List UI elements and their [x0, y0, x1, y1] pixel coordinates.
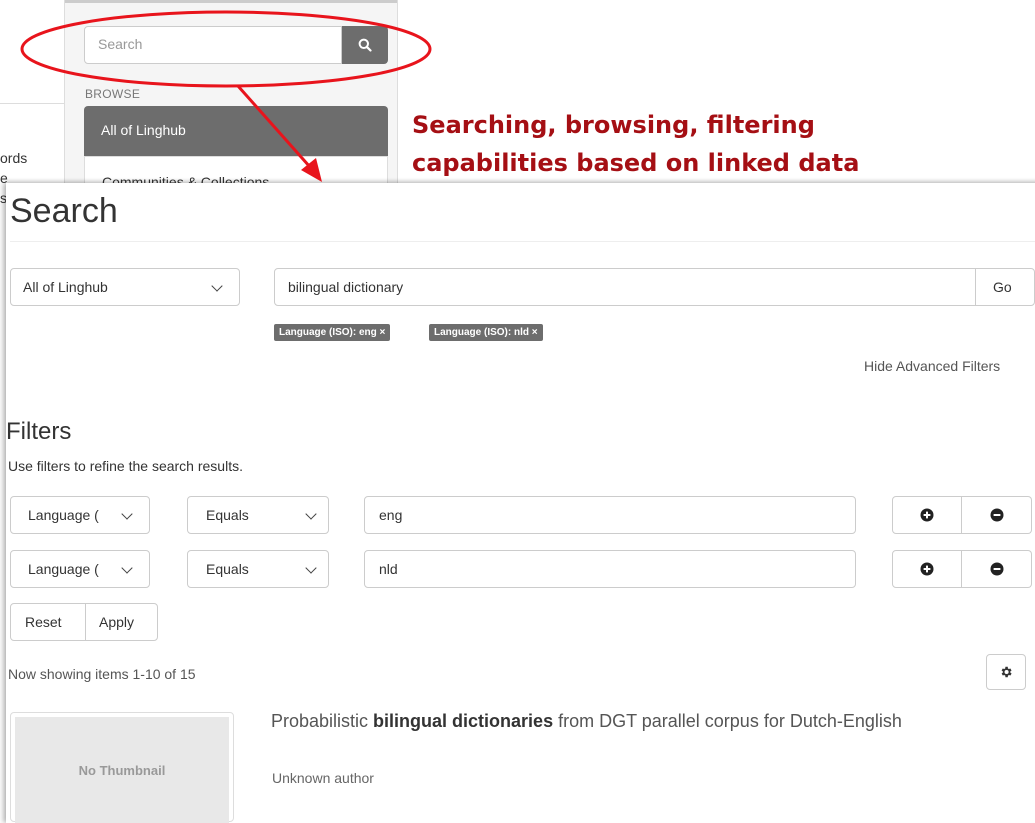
sidebar-search-button[interactable] — [342, 26, 388, 64]
plus-circle-icon — [920, 508, 934, 522]
scope-select-value: All of Linghub — [23, 279, 108, 295]
browse-heading: BROWSE — [85, 87, 141, 101]
filter-operator-select[interactable]: Equals — [187, 550, 329, 588]
annotation-line-2: capabilities based on linked data — [412, 149, 860, 177]
minus-circle-icon — [990, 562, 1003, 576]
truncated-text: ords — [0, 150, 28, 166]
active-filter-tag-eng[interactable]: Language (ISO): eng × — [274, 324, 391, 341]
chevron-down-icon — [305, 562, 317, 574]
filter-operator-value: Equals — [206, 561, 249, 577]
divider — [0, 103, 64, 104]
filter-field-value: Language ( — [28, 561, 99, 577]
scope-select[interactable]: All of Linghub — [10, 268, 240, 306]
thumbnail-placeholder: No Thumbnail — [15, 717, 229, 823]
filter-field-select[interactable]: Language ( — [10, 550, 150, 588]
minus-circle-icon — [990, 508, 1003, 522]
search-query-input[interactable]: bilingual dictionary — [274, 268, 976, 306]
result-title-text: Probabilistic — [271, 711, 374, 731]
filter-value-input[interactable]: nld — [364, 550, 856, 588]
filter-value-input[interactable]: eng — [364, 496, 856, 534]
divider — [65, 0, 397, 3]
remove-filter-button[interactable] — [962, 550, 1032, 588]
result-title-text: from DGT parallel corpus for Dutch-Engli… — [553, 711, 902, 731]
chevron-down-icon — [121, 562, 133, 574]
annotation-caption: Searching, browsing, filtering capabilit… — [412, 106, 952, 182]
search-page: Search All of Linghub bilingual dictiona… — [6, 183, 1035, 823]
filter-field-value: Language ( — [28, 507, 99, 523]
sidebar-search-input[interactable]: Search — [84, 26, 342, 64]
gear-icon — [1001, 666, 1012, 678]
apply-button[interactable]: Apply — [85, 603, 158, 641]
reset-button[interactable]: Reset — [10, 603, 86, 641]
chevron-down-icon — [121, 508, 133, 520]
result-title-link[interactable]: Probabilistic bilingual dictionaries fro… — [271, 710, 1011, 732]
chevron-down-icon — [211, 280, 223, 292]
filters-description: Use filters to refine the search results… — [8, 458, 243, 474]
search-icon — [358, 38, 372, 52]
results-count: Now showing items 1-10 of 15 — [8, 666, 196, 682]
page-title: Search — [10, 192, 118, 230]
filters-heading: Filters — [6, 418, 72, 445]
plus-circle-icon — [920, 562, 934, 576]
hide-advanced-filters-link[interactable]: Hide Advanced Filters — [864, 358, 1000, 374]
settings-button[interactable] — [986, 654, 1026, 690]
remove-filter-button[interactable] — [962, 496, 1032, 534]
add-filter-button[interactable] — [892, 496, 962, 534]
go-button[interactable]: Go — [975, 268, 1035, 306]
chevron-down-icon — [305, 508, 317, 520]
result-title-highlight: bilingual dictionaries — [373, 711, 554, 731]
filter-field-select[interactable]: Language ( — [10, 496, 150, 534]
annotation-line-1: Searching, browsing, filtering — [412, 111, 815, 139]
result-author: Unknown author — [272, 770, 374, 786]
divider — [10, 241, 1035, 242]
active-filter-tag-nld[interactable]: Language (ISO): nld × — [429, 324, 543, 341]
filter-operator-select[interactable]: Equals — [187, 496, 329, 534]
sidebar-item-all-of-linghub[interactable]: All of Linghub — [84, 106, 388, 156]
filter-operator-value: Equals — [206, 507, 249, 523]
add-filter-button[interactable] — [892, 550, 962, 588]
